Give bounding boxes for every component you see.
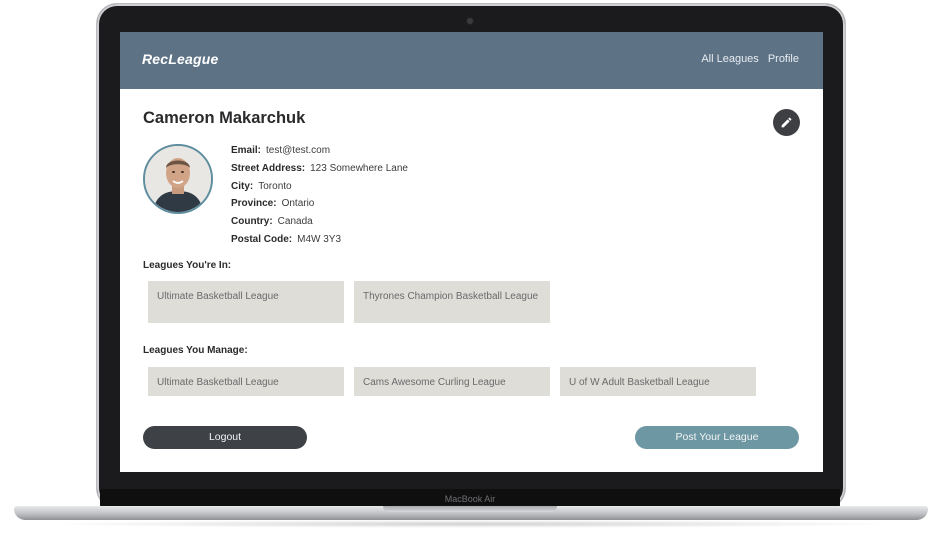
logout-button[interactable]: Logout — [143, 426, 307, 449]
profile-name: Cameron Makarchuk — [143, 109, 306, 127]
detail-province: Province: Ontario — [231, 198, 315, 210]
webcam — [467, 18, 473, 24]
detail-street-address: Street Address: 123 Somewhere Lane — [231, 162, 408, 174]
nav-link-profile[interactable]: Profile — [768, 53, 799, 65]
managed-league-card[interactable]: U of W Adult Basketball League — [560, 367, 756, 396]
edit-profile-button[interactable] — [773, 109, 800, 136]
pencil-icon — [781, 117, 792, 128]
managed-league-card[interactable]: Cams Awesome Curling League — [354, 367, 550, 396]
post-league-button[interactable]: Post Your League — [635, 426, 799, 449]
navbar: RecLeague All Leagues Profile — [120, 32, 823, 89]
league-card[interactable]: Ultimate Basketball League — [148, 281, 344, 323]
avatar-photo — [145, 146, 211, 212]
avatar — [143, 144, 213, 214]
laptop-notch — [383, 506, 557, 512]
managed-league-card[interactable]: Ultimate Basketball League — [148, 367, 344, 396]
nav-links: All Leagues Profile — [701, 53, 799, 65]
detail-country: Country: Canada — [231, 216, 313, 228]
app-logo[interactable]: RecLeague — [142, 51, 219, 67]
leagues-manage-heading: Leagues You Manage: — [143, 345, 248, 356]
detail-postal-code: Postal Code: M4W 3Y3 — [231, 233, 342, 245]
detail-city: City: Toronto — [231, 180, 292, 192]
nav-link-all-leagues[interactable]: All Leagues — [701, 53, 759, 65]
laptop-shadow — [40, 520, 902, 528]
leagues-in-heading: Leagues You're In: — [143, 260, 232, 271]
league-card[interactable]: Thyrones Champion Basketball League — [354, 281, 550, 323]
profile-details: Email: test@test.com Street Address: 123 S… — [231, 145, 408, 252]
detail-email: Email: test@test.com — [231, 145, 331, 156]
screen: RecLeague All Leagues Profile Cameron Ma… — [120, 32, 823, 472]
